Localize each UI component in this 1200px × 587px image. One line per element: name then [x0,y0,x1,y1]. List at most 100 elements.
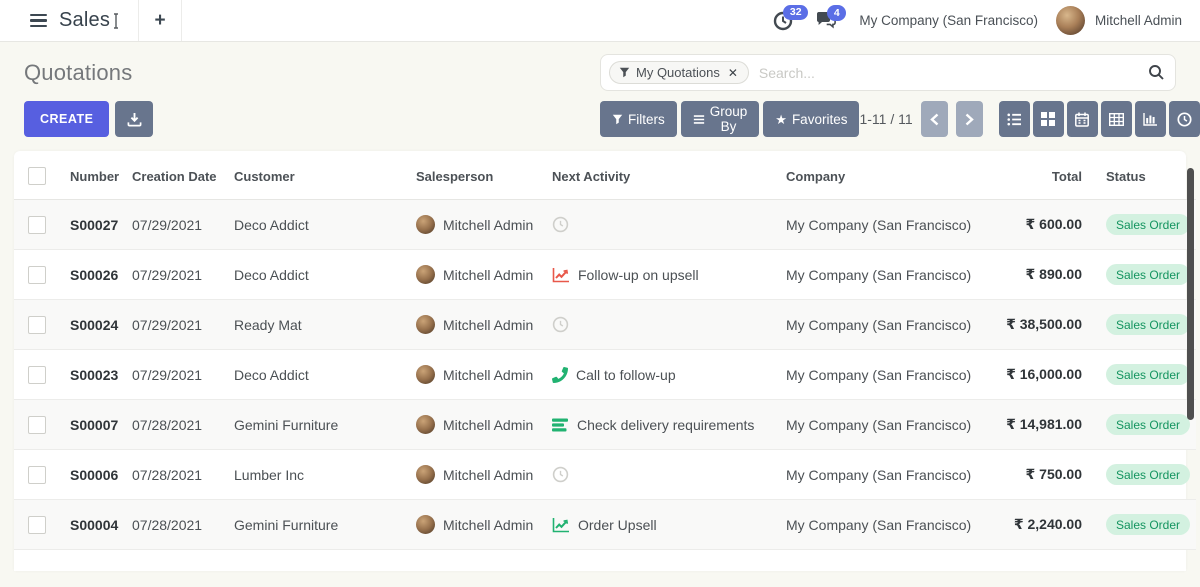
user-menu[interactable]: Mitchell Admin [1095,13,1182,28]
activity-view-button[interactable] [1169,101,1200,137]
search-facet-my-quotations[interactable]: My Quotations ✕ [609,61,749,84]
column-header-total[interactable]: Total [986,151,1096,200]
search-bar[interactable]: My Quotations ✕ [600,54,1176,91]
chevron-left-icon [930,113,939,126]
total-amount: ₹ 16,000.00 [1006,366,1082,382]
salesperson-name: Mitchell Admin [443,367,533,383]
customer-name: Deco Addict [226,200,408,250]
column-header-status[interactable]: Status [1096,151,1196,200]
app-title[interactable]: Sales [59,9,120,32]
quotation-number: S00007 [70,417,118,433]
table-row[interactable]: S00007 07/28/2021 Gemini Furniture Mitch… [14,400,1196,450]
total-amount: ₹ 38,500.00 [1006,316,1082,332]
calendar-view-button[interactable] [1067,101,1098,137]
filters-button[interactable]: Filters [600,101,677,137]
salesperson-name: Mitchell Admin [443,217,533,233]
creation-date: 07/28/2021 [124,400,226,450]
search-icon[interactable] [1148,64,1165,81]
close-icon[interactable]: ✕ [728,66,738,80]
row-checkbox[interactable] [28,466,46,484]
quotation-number: S00023 [70,367,118,383]
clock-icon[interactable] [552,316,569,333]
column-header-next-activity[interactable]: Next Activity [544,151,778,200]
pager-next-button[interactable] [956,101,983,137]
column-header-salesperson[interactable]: Salesperson [408,151,544,200]
column-header-creation-date[interactable]: Creation Date [124,151,226,200]
salesperson-avatar [416,465,435,484]
export-button[interactable] [115,101,153,137]
quotation-number: S00006 [70,467,118,483]
row-checkbox[interactable] [28,366,46,384]
status-badge: Sales Order [1106,364,1190,385]
customer-name: Lumber Inc [226,450,408,500]
table-row[interactable]: S00026 07/29/2021 Deco Addict Mitchell A… [14,250,1196,300]
table-row[interactable]: S00027 07/29/2021 Deco Addict Mitchell A… [14,200,1196,250]
row-checkbox[interactable] [28,516,46,534]
creation-date: 07/29/2021 [124,300,226,350]
row-checkbox[interactable] [28,416,46,434]
phone-icon[interactable] [552,367,568,383]
table-row[interactable]: S00023 07/29/2021 Deco Addict Mitchell A… [14,350,1196,400]
vertical-scrollbar[interactable] [1187,168,1194,420]
line-chart-icon[interactable] [552,517,570,533]
quotation-number: S00004 [70,517,118,533]
company-switcher[interactable]: My Company (San Francisco) [859,13,1038,28]
creation-date: 07/29/2021 [124,350,226,400]
favorites-button[interactable]: ★ Favorites [763,101,859,137]
graph-view-button[interactable] [1135,101,1166,137]
clock-icon[interactable] [552,466,569,483]
kanban-view-button[interactable] [1033,101,1064,137]
pager-previous-button[interactable] [921,101,948,137]
customer-name: Ready Mat [226,300,408,350]
group-by-label: Group By [710,104,748,134]
create-button[interactable]: CREATE [24,101,109,137]
row-checkbox[interactable] [28,266,46,284]
activities-menu-button[interactable]: 32 [771,9,795,33]
list-view-button[interactable] [999,101,1030,137]
favorites-label: Favorites [792,112,848,127]
salesperson-avatar [416,365,435,384]
table-row[interactable]: S00024 07/29/2021 Ready Mat Mitchell Adm… [14,300,1196,350]
view-switcher [999,101,1200,137]
status-badge: Sales Order [1106,514,1190,535]
status-badge: Sales Order [1106,314,1190,335]
creation-date: 07/29/2021 [124,200,226,250]
total-amount: ₹ 750.00 [1026,466,1082,482]
status-badge: Sales Order [1106,264,1190,285]
table-header-row: Number Creation Date Customer Salesperso… [14,151,1196,200]
search-options: Filters Group By ★ Favorites 1-11 / 11 [600,101,1176,137]
user-avatar[interactable] [1056,6,1085,35]
quotation-number: S00027 [70,217,118,233]
pager-range[interactable]: 1-11 / 11 [859,111,912,127]
menu-icon[interactable] [30,14,47,28]
facet-label: My Quotations [636,65,720,80]
column-header-company[interactable]: Company [778,151,986,200]
text-cursor-icon [112,13,120,29]
select-all-checkbox[interactable] [28,167,46,185]
row-checkbox[interactable] [28,216,46,234]
messages-menu-button[interactable]: 4 [813,9,839,32]
table-row[interactable]: S00006 07/28/2021 Lumber Inc Mitchell Ad… [14,450,1196,500]
salesperson-avatar [416,315,435,334]
search-input[interactable] [759,65,1148,81]
customer-name: Gemini Furniture [226,400,408,450]
filter-icon [612,114,623,125]
line-chart-icon[interactable] [552,267,570,283]
top-navbar: Sales + 32 4 My Company (San Francisco) … [0,0,1200,42]
app-title-label: Sales [59,9,110,32]
total-amount: ₹ 2,240.00 [1014,516,1082,532]
new-tab-button[interactable]: + [138,0,182,41]
customer-name: Deco Addict [226,350,408,400]
row-checkbox[interactable] [28,316,46,334]
company-name: My Company (San Francisco) [778,350,986,400]
page-title: Quotations [24,54,132,86]
column-header-number[interactable]: Number [62,151,124,200]
tasks-icon[interactable] [552,418,569,432]
pivot-view-button[interactable] [1101,101,1132,137]
group-by-button[interactable]: Group By [681,101,760,137]
column-header-customer[interactable]: Customer [226,151,408,200]
salesperson-name: Mitchell Admin [443,417,533,433]
navbar-left: Sales + [0,0,182,41]
clock-icon[interactable] [552,216,569,233]
table-row[interactable]: S00004 07/28/2021 Gemini Furniture Mitch… [14,500,1196,550]
